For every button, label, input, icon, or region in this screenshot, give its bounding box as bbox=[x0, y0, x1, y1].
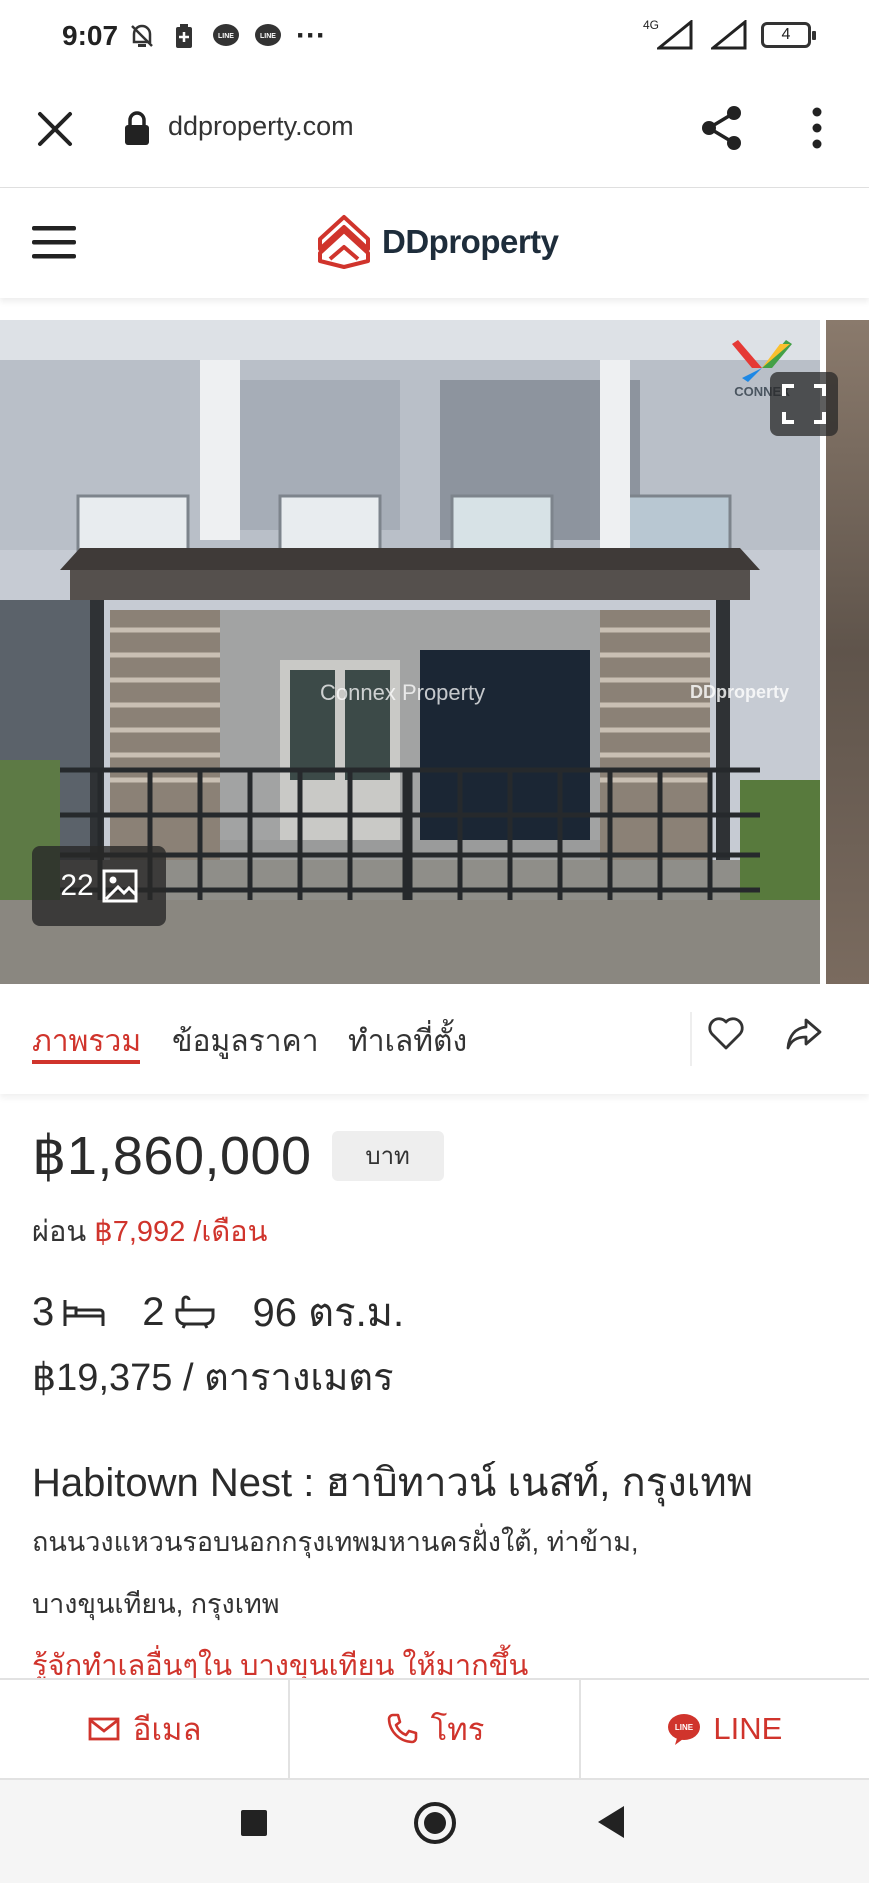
bathrooms-spec: 2 bbox=[142, 1290, 216, 1335]
area-spec: 96 ตร.ม. bbox=[253, 1280, 405, 1344]
area-value: 96 ตร.ม. bbox=[252, 1291, 405, 1335]
photo-count: 22 bbox=[60, 869, 94, 902]
close-icon[interactable] bbox=[30, 104, 80, 154]
lock-icon bbox=[125, 111, 149, 145]
call-button[interactable]: โทร bbox=[290, 1680, 581, 1778]
status-bar: 9:07 LINE LINE ··· 4G 4 bbox=[0, 0, 869, 78]
call-label: โทร bbox=[430, 1712, 485, 1747]
contact-bar: อีเมล โทร LINE LINE bbox=[0, 1678, 869, 1780]
mail-icon bbox=[88, 1717, 120, 1741]
tab-divider bbox=[690, 1012, 692, 1066]
mortgage-value[interactable]: ฿7,992 /เดือน bbox=[94, 1216, 267, 1248]
site-logo[interactable]: DDproperty bbox=[314, 212, 559, 272]
section-tabs: ภาพรวม ข้อมูลราคา ทำเลที่ตั้ง bbox=[0, 984, 869, 1094]
active-tab-indicator bbox=[32, 1060, 140, 1064]
tab-location[interactable]: ทำเลที่ตั้ง bbox=[348, 1018, 467, 1065]
svg-text:LINE: LINE bbox=[218, 33, 234, 40]
address-line-2: บางขุนเทียน, กรุงเทพ bbox=[32, 1589, 280, 1619]
ddproperty-logo-icon bbox=[318, 215, 370, 269]
more-dots-icon: ··· bbox=[296, 19, 326, 52]
notification-icons: LINE LINE ··· bbox=[128, 19, 326, 52]
battery-icon: 4 bbox=[761, 22, 816, 48]
expand-photo-button[interactable] bbox=[770, 372, 838, 436]
system-status: 4G 4 bbox=[643, 18, 816, 50]
network-type: 4G bbox=[643, 18, 660, 32]
back-triangle-icon[interactable] bbox=[598, 1806, 624, 1838]
mortgage-estimate: ผ่อน ฿7,992 /เดือน bbox=[32, 1208, 267, 1254]
price-row: ฿1,860,000 บาท bbox=[32, 1124, 444, 1187]
property-specs: 3 2 96 ตร.ม. bbox=[32, 1280, 440, 1344]
line-button[interactable]: LINE LINE bbox=[581, 1680, 869, 1778]
site-header: DDproperty bbox=[0, 188, 869, 298]
image-icon bbox=[102, 869, 138, 903]
phone-icon bbox=[387, 1713, 417, 1744]
share-icon[interactable] bbox=[696, 102, 748, 154]
email-label: อีเมล bbox=[132, 1712, 202, 1747]
battery-saver-icon bbox=[176, 24, 192, 48]
listing-title: Habitown Nest : ฮาบิทาวน์ เนสท์, กรุงเทพ bbox=[32, 1461, 754, 1505]
home-circle-icon[interactable] bbox=[414, 1802, 456, 1844]
mute-icon bbox=[131, 24, 153, 47]
signal-icon bbox=[711, 20, 747, 50]
price-per-sqm: ฿19,375 / ตารางเมตร bbox=[32, 1357, 394, 1399]
browser-bar: ddproperty.com bbox=[0, 78, 869, 188]
watermark-agent: Connex Property bbox=[320, 680, 486, 705]
expand-icon bbox=[782, 384, 826, 424]
more-vertical-icon[interactable] bbox=[800, 102, 834, 154]
price-unit-badge: บาท bbox=[331, 1130, 444, 1181]
listing-price: ฿1,860,000 bbox=[32, 1126, 312, 1186]
status-time: 9:07 bbox=[62, 20, 119, 51]
tab-price-info[interactable]: ข้อมูลราคา bbox=[172, 1018, 319, 1065]
line-icon: LINE bbox=[668, 1714, 701, 1745]
signal-icon: 4G bbox=[643, 18, 697, 50]
url-bar[interactable]: ddproperty.com bbox=[168, 111, 354, 142]
email-button[interactable]: อีเมล bbox=[0, 1680, 291, 1778]
battery-level: 4 bbox=[781, 26, 791, 43]
line-icon: LINE bbox=[255, 24, 281, 46]
system-nav-bar bbox=[0, 1780, 869, 1883]
share-arrow-icon[interactable] bbox=[784, 1014, 824, 1054]
bedrooms-spec: 3 bbox=[32, 1290, 106, 1335]
logo-text: DDproperty bbox=[382, 223, 559, 260]
hamburger-menu-icon[interactable] bbox=[30, 220, 78, 264]
address-line-1: ถนนวงแหวนรอบนอกกรุงเทพมหานครฝั่งใต้, ท่า… bbox=[32, 1527, 639, 1557]
bed-icon bbox=[63, 1300, 105, 1326]
tab-overview[interactable]: ภาพรวม bbox=[32, 1018, 141, 1065]
mortgage-label: ผ่อน bbox=[32, 1216, 87, 1248]
line-chat-icon: LINE bbox=[213, 24, 239, 46]
watermark-site: DDproperty bbox=[690, 682, 790, 702]
svg-text:LINE: LINE bbox=[260, 33, 276, 40]
photo-count-badge[interactable]: 22 bbox=[32, 846, 166, 926]
bathtub-icon bbox=[175, 1295, 214, 1329]
bathrooms-count: 2 bbox=[142, 1289, 165, 1334]
svg-text:LINE: LINE bbox=[675, 1723, 694, 1732]
heart-icon[interactable] bbox=[706, 1014, 746, 1054]
bedrooms-count: 3 bbox=[32, 1289, 55, 1334]
photo-gallery[interactable]: CONNEX Connex Property DDproperty 22 bbox=[0, 320, 869, 984]
recents-square-icon[interactable] bbox=[241, 1810, 267, 1836]
line-label: LINE bbox=[713, 1711, 783, 1746]
